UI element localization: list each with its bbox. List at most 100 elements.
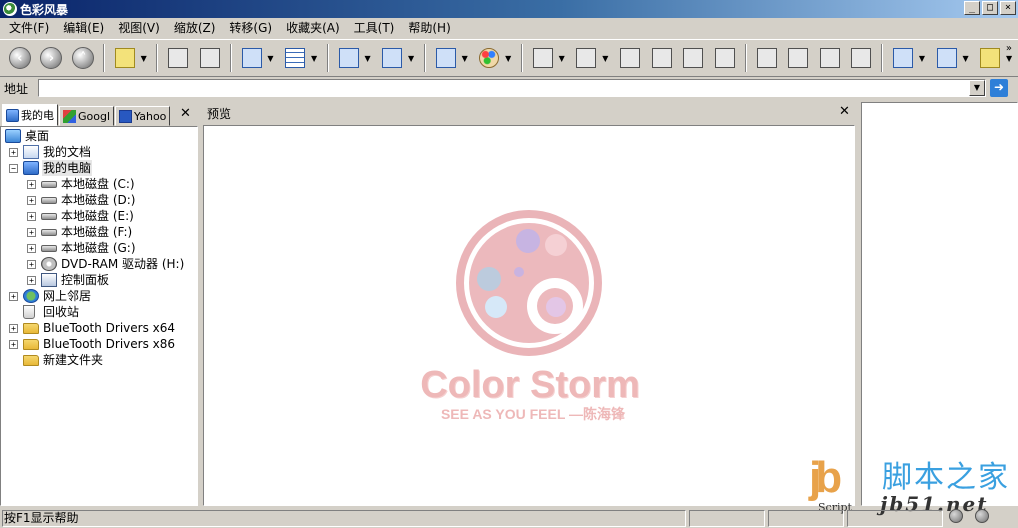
layout-dropdown[interactable]: ▼ (267, 54, 275, 63)
tree-node[interactable]: + DVD-RAM 驱动器 (H:) (1, 256, 197, 272)
menu-file[interactable]: 文件(F) (2, 18, 56, 38)
expand-icon[interactable]: + (9, 148, 18, 157)
tree-node[interactable]: 桌面 (1, 128, 197, 144)
slideshow-button[interactable] (335, 43, 363, 73)
menu-edit[interactable]: 编辑(E) (56, 18, 111, 38)
toolbar-overflow-chevron-icon[interactable]: » (1006, 43, 1012, 54)
computer-icon (6, 108, 19, 122)
collapse-icon[interactable]: − (9, 164, 18, 173)
close-icon[interactable]: ✕ (839, 104, 850, 119)
print-button[interactable] (196, 43, 224, 73)
batch-dropdown[interactable]: ▼ (919, 54, 927, 63)
menu-view[interactable]: 视图(V) (111, 18, 167, 38)
expand-icon[interactable]: + (27, 212, 36, 221)
options-dropdown[interactable]: ▼ (962, 54, 970, 63)
expand-icon[interactable]: + (9, 292, 18, 301)
expand-icon[interactable]: + (27, 196, 36, 205)
save-icon (168, 48, 189, 68)
palette-button[interactable] (475, 43, 503, 73)
save-button[interactable] (164, 43, 192, 73)
pc-icon (23, 161, 39, 175)
search-button[interactable] (111, 43, 139, 73)
address-input[interactable] (38, 79, 986, 97)
tab-google[interactable]: Googl (59, 106, 115, 126)
tree-node[interactable]: + 控制面板 (1, 272, 197, 288)
tab-my-computer[interactable]: 我的电 (2, 104, 58, 126)
tree-node[interactable]: + 本地磁盘 (E:) (1, 208, 197, 224)
tree-node[interactable]: 新建文件夹 (1, 352, 197, 368)
folder-tree[interactable]: 桌面 + 我的文档 − 我的电脑 + 本地磁盘 (C:) + 本地磁盘 (D:) + 本地磁盘 (E… (0, 126, 198, 506)
app-icon (3, 2, 17, 16)
tree-node[interactable]: + 我的文档 (1, 144, 197, 160)
info-pane (861, 102, 1018, 506)
bin-icon (23, 305, 35, 319)
menu-tools[interactable]: 工具(T) (347, 18, 402, 38)
tree-node[interactable]: + 本地磁盘 (G:) (1, 240, 197, 256)
rotate-left-button[interactable] (753, 43, 781, 73)
back-button[interactable]: ‹ (6, 43, 34, 73)
effects-button[interactable] (848, 43, 876, 73)
preview-area[interactable]: Color Storm SEE AS YOU FEEL —陈海锋 (203, 125, 855, 506)
wallpaper-button[interactable] (816, 43, 844, 73)
sort-dropdown[interactable]: ▼ (462, 54, 470, 63)
tree-node[interactable]: + 本地磁盘 (D:) (1, 192, 197, 208)
share-icon (980, 48, 1001, 68)
actual-size-button[interactable] (648, 43, 676, 73)
tree-node[interactable]: + 网上邻居 (1, 288, 197, 304)
options-button[interactable] (933, 43, 961, 73)
slideshow-dropdown[interactable]: ▼ (364, 54, 372, 63)
menu-goto[interactable]: 转移(G) (222, 18, 279, 38)
convert-dropdown[interactable]: ▼ (408, 54, 416, 63)
tree-node[interactable]: + BlueTooth Drivers x86 (1, 336, 197, 352)
fit-window-button[interactable] (616, 43, 644, 73)
batch-button[interactable] (889, 43, 917, 73)
forward-button[interactable]: › (38, 43, 66, 73)
search-dropdown[interactable]: ▼ (141, 54, 149, 63)
expand-icon[interactable]: + (27, 244, 36, 253)
zoom-in-button[interactable] (573, 43, 601, 73)
tab-yahoo[interactable]: Yahoo (115, 106, 171, 126)
menu-zoom[interactable]: 缩放(Z) (167, 18, 223, 38)
tree-node[interactable]: 回收站 (1, 304, 197, 320)
folder-pane: 我的电 Googl Yahoo ✕ 桌面 + 我的文档 − 我的电脑 + 本地磁盘 (C:)… (0, 102, 200, 506)
close-icon[interactable]: ✕ (180, 106, 191, 121)
fit-height-button[interactable] (711, 43, 739, 73)
thumbnails-dropdown[interactable]: ▼ (311, 54, 319, 63)
zoom-out-button[interactable] (529, 43, 557, 73)
go-arrow-icon[interactable]: ➜ (990, 79, 1008, 97)
zoom-out-icon (532, 48, 553, 68)
expand-icon[interactable]: + (27, 180, 36, 189)
fit-width-button[interactable] (679, 43, 707, 73)
fit-height-icon (714, 48, 735, 68)
layout-button[interactable] (238, 43, 266, 73)
rotate-right-button[interactable] (784, 43, 812, 73)
share-button[interactable] (976, 43, 1004, 73)
tree-node[interactable]: − 我的电脑 (1, 160, 197, 176)
expand-icon[interactable]: + (27, 260, 36, 269)
expand-icon[interactable]: + (27, 276, 36, 285)
menu-help[interactable]: 帮助(H) (401, 18, 457, 38)
tree-node[interactable]: + BlueTooth Drivers x64 (1, 320, 197, 336)
preview-header: 预览 (203, 102, 858, 124)
menu-favorites[interactable]: 收藏夹(A) (279, 18, 347, 38)
tree-node[interactable]: + 本地磁盘 (C:) (1, 176, 197, 192)
expand-icon[interactable]: + (9, 340, 18, 349)
sort-button[interactable] (432, 43, 460, 73)
palette-dropdown[interactable]: ▼ (505, 54, 513, 63)
status-bar: 按F1显示帮助 (0, 508, 1018, 528)
thumbnails-button[interactable] (281, 43, 309, 73)
minimize-button[interactable]: _ (964, 1, 980, 15)
toolbar-separator (102, 44, 105, 72)
convert-button[interactable] (378, 43, 406, 73)
toolbar-separator (229, 44, 232, 72)
close-button[interactable]: × (1000, 1, 1016, 15)
expand-icon[interactable]: + (27, 228, 36, 237)
zoom-out-dropdown[interactable]: ▼ (559, 54, 567, 63)
expand-icon[interactable]: + (9, 324, 18, 333)
share-dropdown[interactable]: ▼ (1006, 54, 1014, 63)
zoom-in-dropdown[interactable]: ▼ (602, 54, 610, 63)
address-dropdown-button[interactable]: ▼ (969, 80, 985, 96)
maximize-button[interactable]: □ (982, 1, 998, 15)
up-button[interactable]: ˄ (69, 43, 97, 73)
tree-node[interactable]: + 本地磁盘 (F:) (1, 224, 197, 240)
